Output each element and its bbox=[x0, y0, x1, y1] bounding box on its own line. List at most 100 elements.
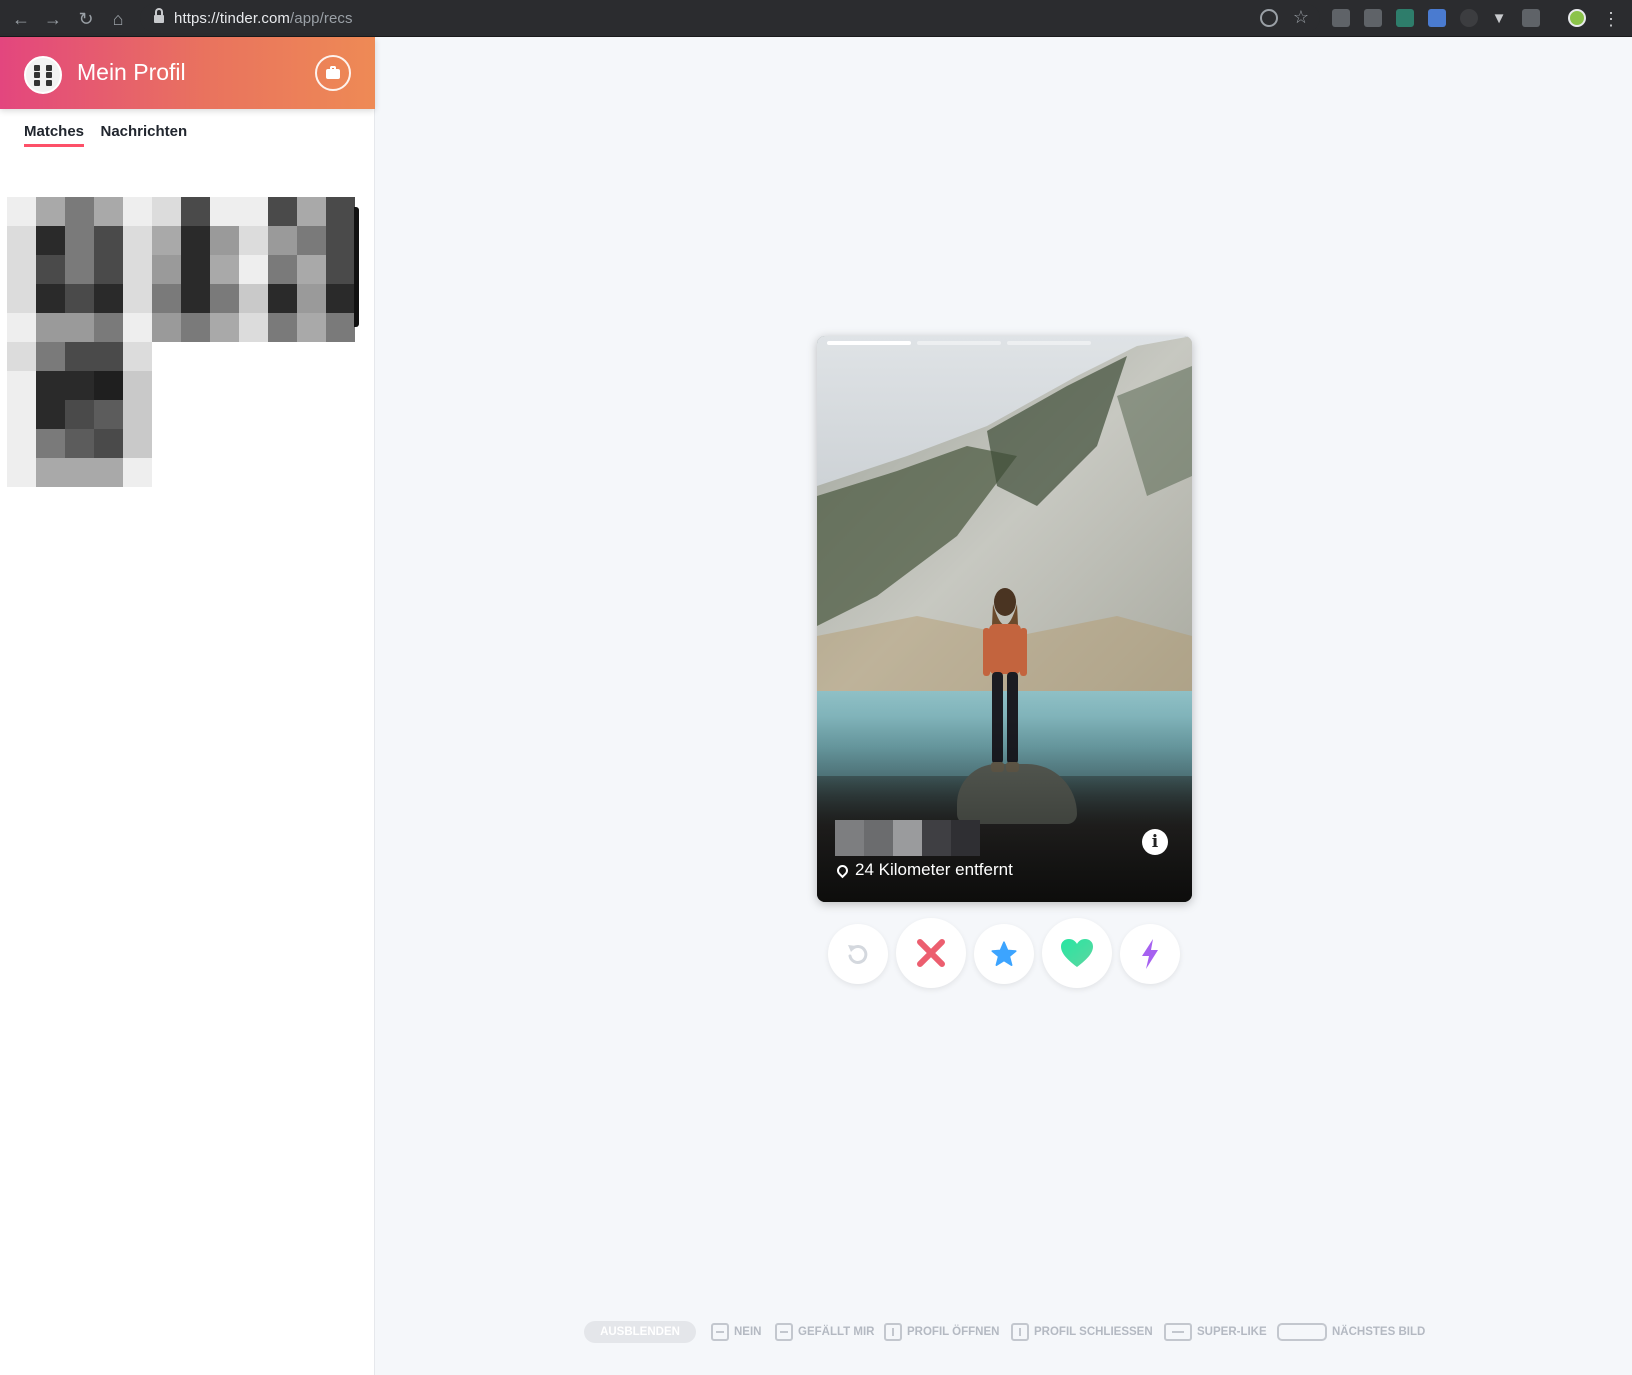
translate-icon[interactable] bbox=[1428, 9, 1446, 27]
match-thumbnail-pixel bbox=[297, 197, 326, 226]
x-icon bbox=[917, 939, 945, 967]
photo-progress-segment[interactable] bbox=[1007, 341, 1091, 345]
location-icon[interactable] bbox=[1260, 9, 1278, 27]
arrow-left-key-icon bbox=[711, 1322, 729, 1341]
match-thumbnail-pixel bbox=[94, 284, 123, 313]
match-thumbnail-pixel bbox=[181, 284, 210, 313]
tab-nachrichten[interactable]: Nachrichten bbox=[100, 123, 187, 144]
match-thumbnail-pixel bbox=[36, 429, 65, 458]
profile-card[interactable]: 24 Kilometer entfernt i bbox=[817, 336, 1192, 902]
match-thumbnail-pixel bbox=[94, 313, 123, 342]
match-thumbnail-pixel bbox=[326, 197, 355, 226]
match-thumbnail-pixel bbox=[65, 284, 94, 313]
match-thumbnail-pixel bbox=[7, 197, 36, 226]
match-thumbnail-pixel bbox=[268, 226, 297, 255]
match-thumbnail-pixel bbox=[123, 226, 152, 255]
shortcut-next-photo: NÄCHSTES BILD bbox=[1277, 1321, 1425, 1343]
match-thumbnail-pixel bbox=[268, 255, 297, 284]
match-thumbnail-pixel bbox=[326, 226, 355, 255]
profile-name-blurred bbox=[835, 820, 980, 856]
menu-dots-icon[interactable]: ⋮ bbox=[1600, 8, 1622, 30]
match-thumbnail-pixel bbox=[123, 313, 152, 342]
match-thumbnail-pixel bbox=[152, 284, 181, 313]
match-thumbnail-pixel bbox=[94, 197, 123, 226]
match-thumbnail-pixel bbox=[210, 255, 239, 284]
reload-icon[interactable]: ↻ bbox=[75, 8, 97, 30]
match-thumbnail-pixel bbox=[65, 400, 94, 429]
home-icon[interactable]: ⌂ bbox=[107, 8, 129, 30]
extension-circle-icon[interactable] bbox=[1460, 9, 1478, 27]
match-thumbnail-pixel bbox=[94, 400, 123, 429]
location-pin-icon bbox=[834, 862, 851, 879]
extension-v-icon[interactable]: ▼ bbox=[1488, 8, 1510, 30]
match-thumbnail-pixel bbox=[152, 226, 181, 255]
match-thumbnail-pixel bbox=[123, 284, 152, 313]
tab-matches[interactable]: Matches bbox=[24, 123, 85, 147]
matches-scroll-edge bbox=[354, 207, 359, 327]
match-thumbnail-pixel bbox=[297, 284, 326, 313]
match-thumbnail-pixel bbox=[326, 313, 355, 342]
match-thumbnail-pixel bbox=[65, 458, 94, 487]
match-thumbnail-pixel bbox=[7, 255, 36, 284]
info-button[interactable]: i bbox=[1142, 829, 1168, 855]
nope-button[interactable] bbox=[896, 918, 966, 988]
forward-icon[interactable]: → bbox=[42, 8, 64, 30]
match-thumbnail-pixel bbox=[239, 197, 268, 226]
match-thumbnail-pixel bbox=[7, 284, 36, 313]
match-thumbnail-pixel bbox=[36, 371, 65, 400]
profile-header[interactable]: Mein Profil bbox=[0, 37, 375, 109]
heart-icon bbox=[1061, 939, 1093, 967]
extension-s-icon[interactable] bbox=[1396, 9, 1414, 27]
sidebar-tabs: Matches Nachrichten bbox=[24, 123, 199, 149]
match-thumbnail-pixel bbox=[210, 284, 239, 313]
match-thumbnail-pixel bbox=[65, 197, 94, 226]
match-thumbnail-pixel bbox=[123, 429, 152, 458]
like-button[interactable] bbox=[1042, 918, 1112, 988]
rewind-button[interactable] bbox=[828, 924, 888, 984]
match-thumbnail-pixel bbox=[7, 226, 36, 255]
match-thumbnail-pixel bbox=[297, 255, 326, 284]
match-thumbnail-pixel bbox=[7, 458, 36, 487]
match-thumbnail-pixel bbox=[36, 342, 65, 371]
enter-key-icon bbox=[1164, 1322, 1192, 1341]
match-thumbnail-pixel bbox=[94, 255, 123, 284]
extension-shield-icon[interactable] bbox=[1364, 9, 1382, 27]
arrow-down-key-icon bbox=[1011, 1322, 1029, 1341]
match-thumbnail-pixel bbox=[65, 342, 94, 371]
work-mode-button[interactable] bbox=[315, 55, 351, 91]
match-thumbnail-pixel bbox=[123, 458, 152, 487]
photo-progress-segment[interactable] bbox=[827, 341, 911, 345]
match-thumbnail-pixel bbox=[210, 197, 239, 226]
boost-button[interactable] bbox=[1120, 924, 1180, 984]
match-thumbnail-pixel bbox=[152, 197, 181, 226]
shortcut-super-like: SUPER-LIKE bbox=[1164, 1321, 1267, 1343]
match-thumbnail-pixel bbox=[152, 313, 181, 342]
hide-shortcuts-button[interactable]: AUSBLENDEN bbox=[584, 1321, 696, 1343]
match-thumbnail-pixel bbox=[239, 313, 268, 342]
back-icon[interactable]: ← bbox=[10, 8, 32, 30]
address-bar[interactable]: https://tinder.com/app/recs bbox=[140, 4, 1320, 32]
match-thumbnail-pixel bbox=[36, 458, 65, 487]
extension-cup-icon[interactable] bbox=[1522, 9, 1540, 27]
photo-progress-segment[interactable] bbox=[917, 341, 1001, 345]
match-thumbnail-pixel bbox=[123, 255, 152, 284]
match-thumbnail-pixel bbox=[94, 371, 123, 400]
shortcut-close-profile: PROFIL SCHLIESSEN bbox=[1011, 1321, 1153, 1343]
user-avatar-icon[interactable] bbox=[1568, 9, 1586, 27]
match-thumbnail-pixel bbox=[123, 197, 152, 226]
match-thumbnail-pixel bbox=[181, 313, 210, 342]
match-thumbnail-pixel bbox=[7, 400, 36, 429]
super-like-button[interactable] bbox=[974, 924, 1034, 984]
shortcut-nope: NEIN bbox=[711, 1321, 761, 1343]
extension-icon-1[interactable] bbox=[1332, 9, 1350, 27]
match-thumbnail-pixel bbox=[65, 226, 94, 255]
match-thumbnail-pixel bbox=[65, 255, 94, 284]
match-thumbnail-pixel bbox=[65, 371, 94, 400]
avatar[interactable] bbox=[24, 56, 62, 94]
match-thumbnail-pixel bbox=[152, 255, 181, 284]
profile-title[interactable]: Mein Profil bbox=[77, 59, 186, 86]
bookmark-star-icon[interactable]: ☆ bbox=[1290, 6, 1312, 28]
match-thumbnail-pixel bbox=[65, 313, 94, 342]
match-thumbnail-pixel bbox=[36, 226, 65, 255]
match-thumbnail-pixel bbox=[297, 226, 326, 255]
